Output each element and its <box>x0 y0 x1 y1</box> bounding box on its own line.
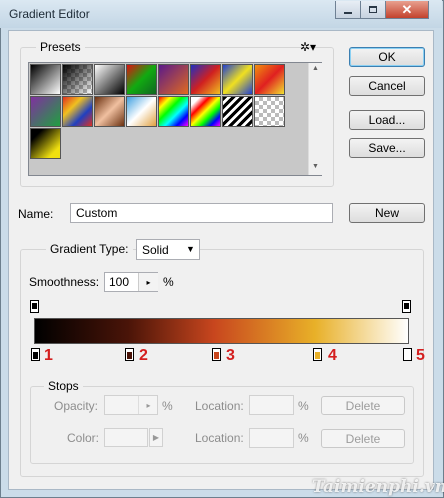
maximize-button[interactable] <box>360 1 386 19</box>
stop-number-2: 2 <box>139 347 148 364</box>
opacity-location-unit: % <box>298 399 309 413</box>
name-value: Custom <box>76 206 118 220</box>
stop-number-4: 4 <box>328 347 337 364</box>
scroll-up-icon[interactable]: ▲ <box>312 65 319 72</box>
preset-swatch[interactable] <box>158 96 189 127</box>
color-stop-1[interactable] <box>31 348 40 361</box>
smoothness-value: 100 <box>109 275 130 289</box>
ok-button[interactable]: OK <box>349 47 425 67</box>
preset-swatch[interactable] <box>126 96 157 127</box>
minimize-icon <box>344 11 352 14</box>
save-button[interactable]: Save... <box>349 138 425 158</box>
preset-swatch[interactable] <box>30 96 61 127</box>
preset-swatch[interactable] <box>30 128 61 159</box>
close-button[interactable]: ✕ <box>385 1 429 19</box>
preset-swatch[interactable] <box>62 64 93 95</box>
preset-swatch[interactable] <box>126 64 157 95</box>
minimize-button[interactable] <box>335 1 361 19</box>
preset-swatch[interactable] <box>254 96 285 127</box>
gear-icon[interactable]: ✲▾ <box>300 40 316 54</box>
opacity-stop-left[interactable] <box>30 300 39 313</box>
preset-swatch[interactable] <box>254 64 285 95</box>
presets-grid <box>29 63 308 175</box>
delete-color-stop-button[interactable]: Delete <box>321 429 405 448</box>
cancel-button[interactable]: Cancel <box>349 76 425 96</box>
name-input[interactable]: Custom <box>70 203 333 223</box>
delete-opacity-stop-button[interactable]: Delete <box>321 396 405 415</box>
color-stop-3[interactable] <box>212 348 221 361</box>
smoothness-unit: % <box>163 275 174 289</box>
window-title: Gradient Editor <box>9 7 90 21</box>
stop-number-5: 5 <box>416 347 425 364</box>
opacity-unit: % <box>162 399 173 413</box>
chevron-down-icon: ▼ <box>186 244 195 254</box>
presets-label: Presets <box>36 40 85 54</box>
preset-swatch[interactable] <box>94 96 125 127</box>
color-location-input[interactable] <box>249 428 294 448</box>
preset-swatch[interactable] <box>62 96 93 127</box>
opacity-location-input[interactable] <box>249 395 294 415</box>
new-button[interactable]: New <box>349 203 425 223</box>
color-stop-4[interactable] <box>313 348 322 361</box>
opacity-slider-arrow[interactable]: ▸ <box>138 396 158 414</box>
color-location-unit: % <box>298 431 309 445</box>
presets-list[interactable]: ▲ ▼ <box>28 62 322 176</box>
gradient-preview-bar[interactable] <box>34 318 409 344</box>
opacity-input[interactable]: ▸ <box>104 395 158 415</box>
opacity-label: Opacity: <box>54 399 99 413</box>
color-stop-2[interactable] <box>125 348 134 361</box>
scroll-down-icon[interactable]: ▼ <box>312 163 319 170</box>
color-location-label: Location: <box>195 431 244 445</box>
preset-swatch[interactable] <box>30 64 61 95</box>
maximize-icon <box>369 6 377 13</box>
gradient-type-select[interactable]: Solid ▼ <box>136 239 200 260</box>
stop-number-3: 3 <box>226 347 235 364</box>
gradient-type-value: Solid <box>142 243 169 257</box>
preset-swatch[interactable] <box>190 64 221 95</box>
smoothness-label: Smoothness: <box>29 275 100 289</box>
name-label: Name: <box>18 207 54 221</box>
preset-swatch[interactable] <box>222 64 253 95</box>
smoothness-input[interactable]: 100 ▸ <box>104 272 158 292</box>
stops-label: Stops <box>44 379 83 393</box>
smoothness-slider-arrow[interactable]: ▸ <box>138 273 158 291</box>
load-button[interactable]: Load... <box>349 110 425 130</box>
watermark: Taimienphi.vn <box>312 477 444 497</box>
gradient-type-label: Gradient Type: <box>46 242 133 256</box>
color-menu-arrow[interactable]: ▶ <box>149 428 163 447</box>
color-stop-5[interactable] <box>403 348 412 361</box>
close-icon: ✕ <box>401 1 413 17</box>
presets-scrollbar[interactable]: ▲ ▼ <box>308 63 322 175</box>
color-swatch-box[interactable] <box>104 428 148 447</box>
title-bar[interactable]: Gradient Editor ✕ <box>0 0 442 28</box>
preset-swatch[interactable] <box>94 64 125 95</box>
preset-swatch[interactable] <box>190 96 221 127</box>
preset-swatch[interactable] <box>222 96 253 127</box>
opacity-location-label: Location: <box>195 399 244 413</box>
preset-swatch[interactable] <box>158 64 189 95</box>
stop-number-1: 1 <box>44 347 53 364</box>
opacity-stop-right[interactable] <box>402 300 411 313</box>
color-label: Color: <box>67 431 100 445</box>
